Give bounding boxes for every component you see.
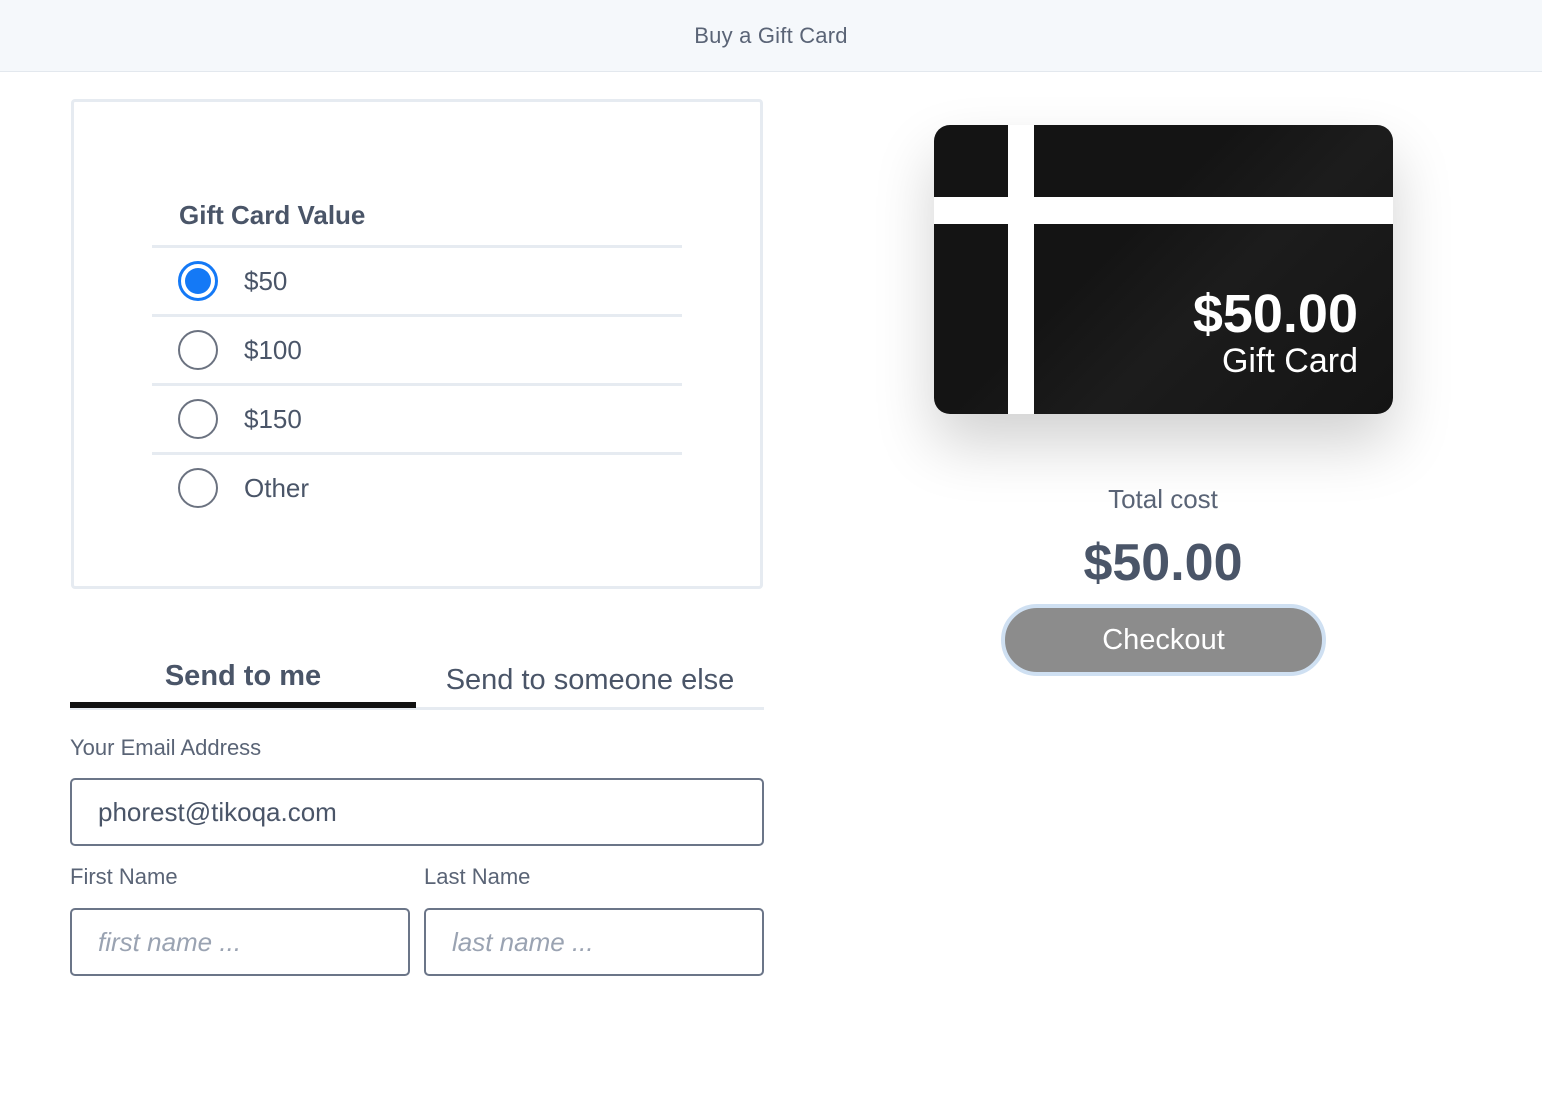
value-option-50[interactable]: $50 [152,245,682,314]
card-amount: $50.00 [1192,284,1358,344]
gift-card-value-heading: Gift Card Value [179,200,366,230]
value-option-100[interactable]: $100 [152,314,682,383]
total-cost-label: Total cost [1108,484,1218,514]
checkout-button[interactable]: Checkout [1001,604,1326,676]
value-option-label: $100 [244,334,302,365]
card-subtitle: Gift Card [1221,342,1358,380]
total-cost-value: $50.00 [1083,534,1243,592]
radio-checked-icon[interactable] [178,261,218,301]
ribbon-horizontal [934,197,1393,224]
gift-card-preview: $50.00 Gift Card [934,125,1393,414]
value-option-label: $150 [244,403,302,434]
first-name-field[interactable] [70,908,410,976]
value-option-label: $50 [244,265,288,296]
radio-unchecked-icon[interactable] [178,399,218,439]
tab-send-to-me[interactable]: Send to me [70,650,416,708]
radio-unchecked-icon[interactable] [178,468,218,508]
gift-card-value-panel: Gift Card Value $50 $100 $150 Other [71,99,763,589]
value-option-list: $50 $100 $150 Other [152,245,682,521]
radio-unchecked-icon[interactable] [178,330,218,370]
last-name-label: Last Name [424,864,531,889]
value-option-150[interactable]: $150 [152,383,682,452]
first-name-label: First Name [70,864,178,889]
tab-send-to-someone-else[interactable]: Send to someone else [416,650,764,710]
top-bar: Buy a Gift Card [0,0,1542,72]
recipient-tabs: Send to me Send to someone else [70,650,764,710]
email-label: Your Email Address [70,735,262,760]
last-name-field[interactable] [424,908,764,976]
value-option-other[interactable]: Other [152,452,682,521]
ribbon-vertical [1008,125,1034,414]
email-field[interactable] [70,778,764,846]
page-title: Buy a Gift Card [694,22,848,48]
value-option-label: Other [244,472,310,503]
